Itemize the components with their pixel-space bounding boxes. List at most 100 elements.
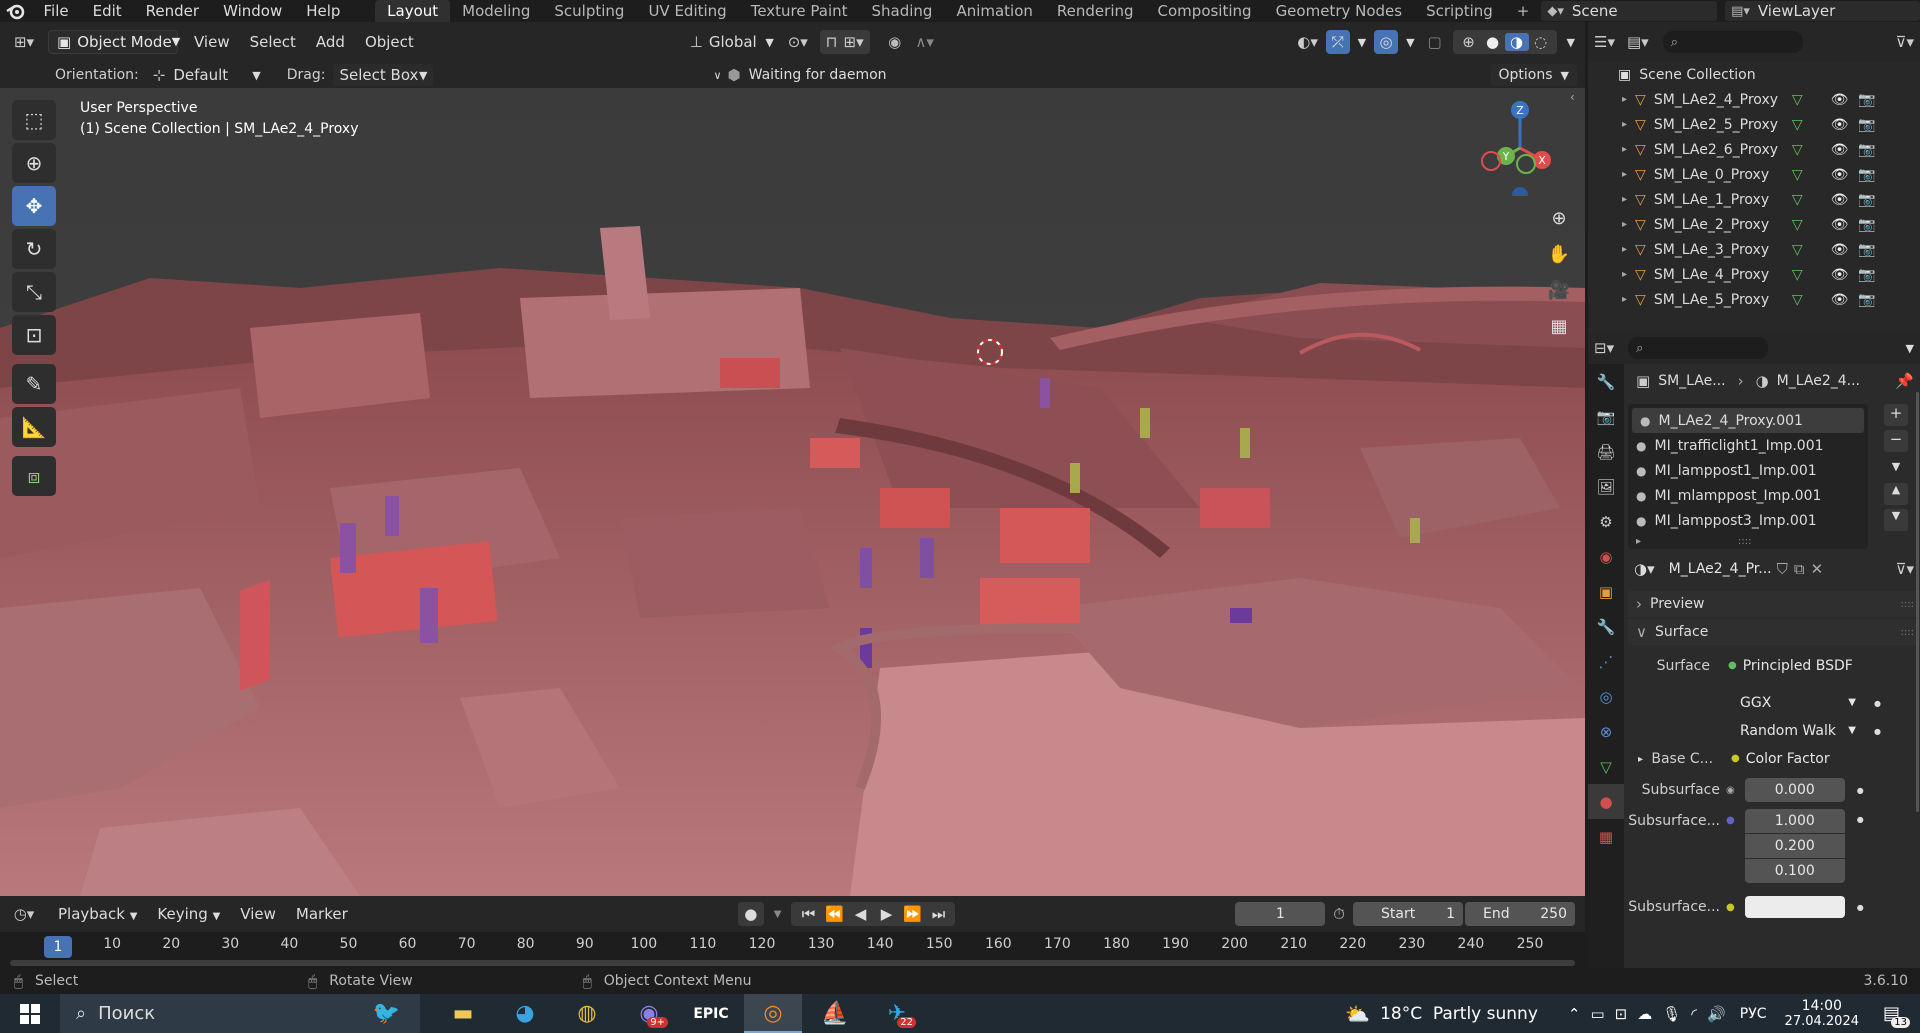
tab-scripting[interactable]: Scripting [1414,0,1505,22]
view-layer-selector[interactable]: ▤▾ ViewLayer [1725,1,1920,21]
eye-icon[interactable]: 👁 [1831,242,1849,258]
display-mode-icon[interactable]: ▤▾ [1627,33,1649,51]
tool-tab-icon[interactable]: 🔧 [1588,364,1624,399]
gizmo-toggle-icon[interactable]: ⤱ [1325,30,1350,54]
keyframe-dot-icon[interactable]: ● [1874,699,1881,708]
output-tab-icon[interactable]: 🖨 [1588,434,1624,469]
material-slot[interactable]: ● MI_lamppost3_Imp.001 [1628,508,1868,533]
menu-object[interactable]: Object [355,33,424,51]
camera-icon[interactable]: 📷 [1858,92,1875,108]
end-frame-field[interactable]: End 250 [1465,902,1575,926]
move-up-icon[interactable]: ▲ [1884,483,1908,505]
base-color-field[interactable]: ● Color Factor [1723,747,1856,771]
expand-arrow-icon[interactable]: ▸ [1622,169,1627,180]
wifi-icon[interactable]: ◜ [1691,1005,1697,1023]
drag-handle-icon[interactable]: :::: [1901,599,1914,610]
menu-marker[interactable]: Marker [286,905,358,923]
camera-icon[interactable]: 📷 [1858,242,1875,258]
next-keyframe-icon[interactable]: ⏩ [899,905,925,923]
clock[interactable]: 14:00 27.04.2024 [1785,998,1859,1029]
edge-icon[interactable]: ◕ [496,1001,554,1026]
jump-end-icon[interactable]: ⏭ [925,905,951,923]
language-indicator[interactable]: РУС [1740,1006,1767,1022]
node-tree-icon[interactable]: ⊽▾ [1895,560,1914,578]
material-shading-icon[interactable]: ◑ [1504,33,1529,51]
timeline-scrollbar[interactable] [10,960,1575,966]
subsurface-value-field[interactable]: 0.000 [1744,778,1845,802]
notification-center-icon[interactable]: ▤ 13 [1883,1003,1910,1028]
zoom-icon[interactable]: ⊕ [1546,208,1572,234]
eye-icon[interactable]: 👁 [1831,117,1849,133]
camera-icon[interactable]: 📷 [1858,117,1875,133]
eye-icon[interactable]: 👁 [1831,167,1849,183]
mesh-data-icon[interactable]: ▽ [1792,117,1803,133]
eye-icon[interactable]: 👁 [1831,142,1849,158]
collapse-sidebar-icon[interactable]: ‹ [1570,90,1575,104]
menu-view[interactable]: View [184,33,240,51]
view-layer-tab-icon[interactable]: 🖼 [1588,469,1624,504]
pin-icon[interactable]: 📌 [1895,372,1914,390]
menu-keying[interactable]: Keying ▼ [147,905,230,923]
weather-icon[interactable]: ⛅ [1345,1002,1370,1026]
camera-icon[interactable]: 📷 [1858,167,1875,183]
menu-add[interactable]: Add [306,33,355,51]
menu-select[interactable]: Select [240,33,306,51]
texture-tab-icon[interactable]: ▦ [1588,819,1624,854]
camera-view-icon[interactable]: 🎥 [1546,280,1572,306]
volume-icon[interactable]: 🔊 [1707,1005,1726,1023]
expand-arrow-icon[interactable]: ▸ [1622,269,1627,280]
add-cube-tool[interactable]: ⧈ [12,456,56,496]
taskbar-search-input[interactable]: ⌕ Поиск 🐦 [60,994,420,1033]
world-tab-icon[interactable]: ◉ [1588,539,1624,574]
camera-icon[interactable]: 📷 [1858,292,1875,308]
filter-icon[interactable]: ⊽▾ [1895,33,1914,51]
subsurface-radius-y[interactable]: 0.200 [1744,834,1845,858]
add-workspace-icon[interactable]: + [1505,0,1542,22]
menu-timeline-view[interactable]: View [230,905,286,923]
move-down-icon[interactable]: ▼ [1884,509,1908,531]
eye-icon[interactable]: 👁 [1831,217,1849,233]
current-frame-field[interactable]: 1 [1235,902,1326,926]
slot-menu-icon[interactable]: ▼ [1892,460,1900,473]
measure-tool[interactable]: 📐 [12,407,56,447]
play-icon[interactable]: ▶ [873,905,899,923]
outliner-search-input[interactable]: ⌕ [1662,31,1803,53]
telegram-icon[interactable]: ✈ 22 [868,1001,926,1028]
eye-icon[interactable]: 👁 [1831,292,1849,308]
battery-icon[interactable]: ▭ [1590,1005,1604,1023]
ortho-grid-icon[interactable]: ▦ [1546,316,1572,342]
menu-help[interactable]: Help [294,0,352,22]
tab-compositing[interactable]: Compositing [1146,0,1264,22]
microphone-icon[interactable]: 🎙 [1662,1005,1681,1023]
editor-type-icon[interactable]: ⊞▾ [0,33,48,51]
wireframe-shading-icon[interactable]: ⊕ [1457,33,1481,51]
expand-arrow-icon[interactable]: ▸ [1622,294,1627,305]
snap-icon[interactable]: ⊓ [826,33,838,51]
playhead[interactable]: 1 [44,936,72,958]
menu-edit[interactable]: Edit [81,0,134,22]
remove-slot-icon[interactable]: − [1884,430,1908,452]
camera-icon[interactable]: 📷 [1858,142,1875,158]
properties-scrollbar[interactable] [1916,392,1919,812]
expand-list-icon[interactable]: ▸ [1636,536,1641,547]
mesh-data-icon[interactable]: ▽ [1792,92,1803,108]
scene-tab-icon[interactable]: ⚙ [1588,504,1624,539]
start-button[interactable] [0,1003,60,1024]
outliner-item[interactable]: ▸ ▽ SM_LAe_5_Proxy ▽ 👁 📷 [1588,287,1920,312]
eye-icon[interactable]: 👁 [1831,267,1849,283]
outliner-item[interactable]: ▸ ▽ SM_LAe2_6_Proxy ▽ 👁 📷 [1588,137,1920,162]
outliner-item[interactable]: ▸ ▽ SM_LAe_4_Proxy ▽ 👁 📷 [1588,262,1920,287]
particles-tab-icon[interactable]: ⋰ [1588,644,1624,679]
surface-shader-field[interactable]: ● Principled BSDF [1720,654,1852,678]
expand-arrow-icon[interactable]: ▸ [1622,219,1627,230]
chevron-down-icon[interactable]: ▼ [1906,342,1914,355]
unlink-icon[interactable]: ✕ [1811,560,1824,578]
prev-keyframe-icon[interactable]: ⏪ [821,905,847,923]
discord-icon[interactable]: ◉ 9+ [620,1001,678,1028]
tab-layout[interactable]: Layout [375,0,451,22]
tab-texture-paint[interactable]: Texture Paint [739,0,860,22]
select-box-tool[interactable]: ⬚ [12,100,56,140]
expand-arrow-icon[interactable]: ▸ [1622,144,1627,155]
tab-uv-editing[interactable]: UV Editing [636,0,738,22]
transform-tool[interactable]: ⊡ [12,315,56,355]
